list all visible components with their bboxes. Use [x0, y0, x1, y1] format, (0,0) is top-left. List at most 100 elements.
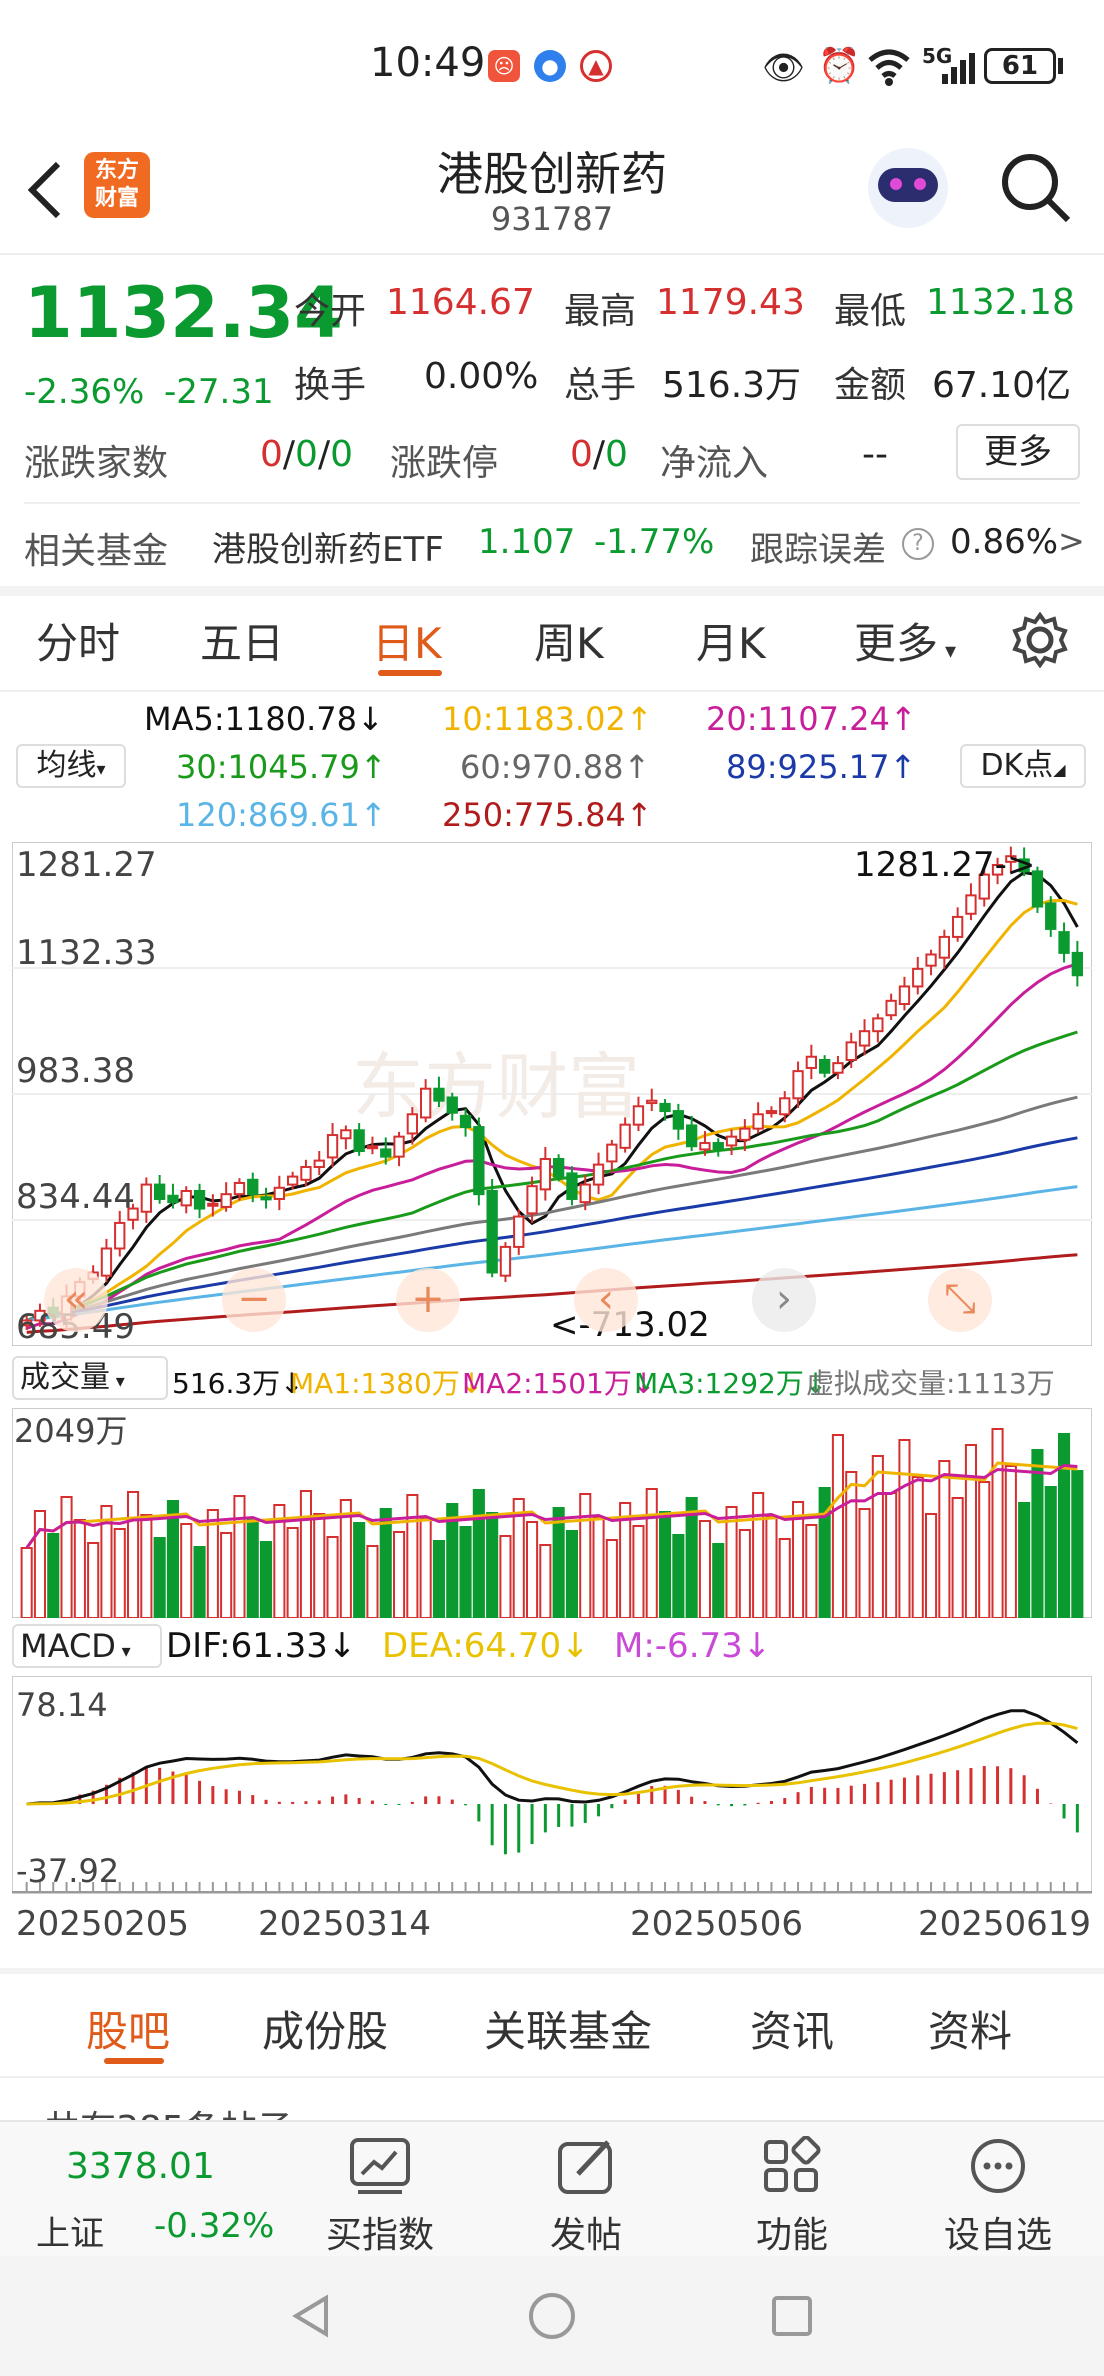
caret-down-icon: ▾ [96, 759, 106, 780]
volume-indicator-selector[interactable]: 成交量 ▾ [12, 1356, 168, 1400]
candlestick-chart[interactable]: 东方财富 1281.27 1132.33 983.38 834.44 685.4… [12, 842, 1092, 1346]
chevron-right-icon[interactable]: > [1058, 522, 1085, 560]
index-name: 上证 [36, 2214, 104, 2254]
low-label: 最低 [834, 291, 907, 332]
tab-intraday[interactable]: 分时 [36, 610, 120, 671]
tab-more[interactable]: 更多 ▾ [854, 610, 956, 671]
volume-bar [299, 1490, 313, 1618]
tab-guba[interactable]: 股吧 [86, 1998, 170, 2059]
bottom-toolbar: 3378.01 上证 -0.32% 买指数 发帖 功能 设自选 [0, 2120, 1104, 2256]
candle [300, 1166, 312, 1181]
tab-monthly-k[interactable]: 月K [696, 610, 766, 671]
candle [313, 1159, 325, 1169]
macd-indicator-selector[interactable]: MACD ▾ [12, 1624, 162, 1668]
volume-label: 总手 [564, 365, 637, 406]
macd-chart[interactable]: 78.14 -37.92 [12, 1676, 1092, 1894]
settings-gear-icon[interactable] [1012, 612, 1068, 668]
volume-chart[interactable]: 2049万 [12, 1408, 1092, 1618]
candle [366, 1145, 379, 1150]
candle [539, 1158, 552, 1191]
help-icon[interactable]: ? [902, 528, 934, 560]
volume-bar [658, 1511, 672, 1618]
candle [872, 1017, 884, 1033]
divider [0, 690, 1104, 692]
candle [153, 1183, 166, 1200]
candle [606, 1143, 618, 1163]
candle [260, 1196, 272, 1201]
net-inflow-label: 净流入 [660, 443, 769, 484]
buy-index-button[interactable]: 买指数 [300, 2122, 460, 2258]
ma-selector-label: 均线 [36, 748, 97, 783]
scroll-right-button[interactable]: › [752, 1268, 816, 1332]
volume-bar [33, 1510, 47, 1618]
tab-news[interactable]: 资讯 [750, 1998, 834, 2059]
volume-bar [725, 1506, 738, 1618]
scroll-left-fast-button[interactable]: « [44, 1268, 108, 1332]
candle [792, 1070, 804, 1100]
candle [805, 1055, 818, 1069]
volume-bar [392, 1531, 406, 1618]
volume-bar [313, 1513, 326, 1618]
functions-button[interactable]: 功能 [712, 2122, 872, 2258]
volume-bar [353, 1522, 366, 1618]
tab-daily-k[interactable]: 日K [372, 610, 442, 671]
dk-point-button[interactable]: DK点◢ [960, 744, 1086, 788]
system-home-icon[interactable] [528, 2292, 576, 2340]
tab-constituents[interactable]: 成份股 [262, 1998, 388, 2059]
fund-price: 1.107 [478, 522, 576, 562]
volume-bar [831, 1434, 845, 1618]
volume-bar [87, 1542, 100, 1618]
tab-five-day[interactable]: 五日 [200, 610, 284, 671]
tab-related-funds[interactable]: 关联基金 [484, 1998, 652, 2059]
volume-bar [964, 1444, 978, 1618]
related-fund-link[interactable]: 港股创新药ETF 1.107 -1.77% [212, 522, 732, 570]
fund-pct: -1.77% [594, 522, 715, 562]
candle [100, 1247, 113, 1277]
candle [526, 1185, 538, 1215]
candle [619, 1123, 631, 1149]
fullscreen-button[interactable]: ⤡ [928, 1268, 992, 1332]
post-button[interactable]: 发帖 [506, 2122, 666, 2258]
ma-selector[interactable]: 均线▾ [16, 744, 126, 788]
candle [685, 1124, 698, 1148]
zoom-in-button[interactable]: + [396, 1268, 460, 1332]
candle [340, 1129, 352, 1140]
macd-m: M:-6.73↓ [614, 1626, 772, 1666]
more-button[interactable]: 更多 [956, 424, 1080, 480]
section-gap [0, 586, 1104, 596]
system-recents-icon[interactable] [770, 2294, 814, 2338]
candle [965, 894, 977, 915]
y-label-3: 983.38 [16, 1051, 135, 1091]
bank-app-icon: ▲ [580, 50, 612, 82]
x-label-4: 20250619 [918, 1904, 1092, 1944]
dk-button-label: DK点 [980, 748, 1054, 783]
y-label-top: 1281.27 [16, 845, 157, 885]
system-back-icon[interactable] [290, 2294, 330, 2338]
volume-bar [286, 1527, 299, 1618]
battery-tip [1058, 58, 1063, 74]
scroll-left-button[interactable]: ‹ [574, 1268, 638, 1332]
volume-bar [778, 1538, 791, 1618]
bottom-tab-indicator [104, 2058, 164, 2064]
x-label-2: 20250314 [258, 1904, 432, 1944]
volume-bar [885, 1492, 898, 1618]
ma89-legend: 89:925.17↑ [726, 748, 917, 786]
robot-assistant-icon[interactable] [868, 148, 948, 228]
volume-bar [206, 1509, 219, 1618]
tab-profile[interactable]: 资料 [928, 1998, 1012, 2059]
add-watchlist-button[interactable]: 设自选 [918, 2122, 1078, 2258]
x-label-1: 20250205 [16, 1904, 190, 1944]
macd-dif: DIF:61.33↓ [166, 1626, 357, 1666]
volume-bar [1004, 1465, 1017, 1618]
volume-bar [419, 1517, 432, 1618]
macd-bottom-label: -37.92 [16, 1852, 119, 1890]
zoom-out-button[interactable]: − [222, 1268, 286, 1332]
candle [393, 1135, 405, 1158]
ma5-legend: MA5:1180.78↓ [144, 700, 384, 738]
tab-weekly-k[interactable]: 周K [534, 610, 604, 671]
post-label: 发帖 [549, 2215, 622, 2256]
wifi-icon [868, 49, 910, 86]
index-ticker[interactable]: 3378.01 上证 -0.32% [0, 2122, 300, 2258]
search-icon[interactable] [998, 150, 1072, 224]
battery-icon: 61 [984, 48, 1056, 84]
